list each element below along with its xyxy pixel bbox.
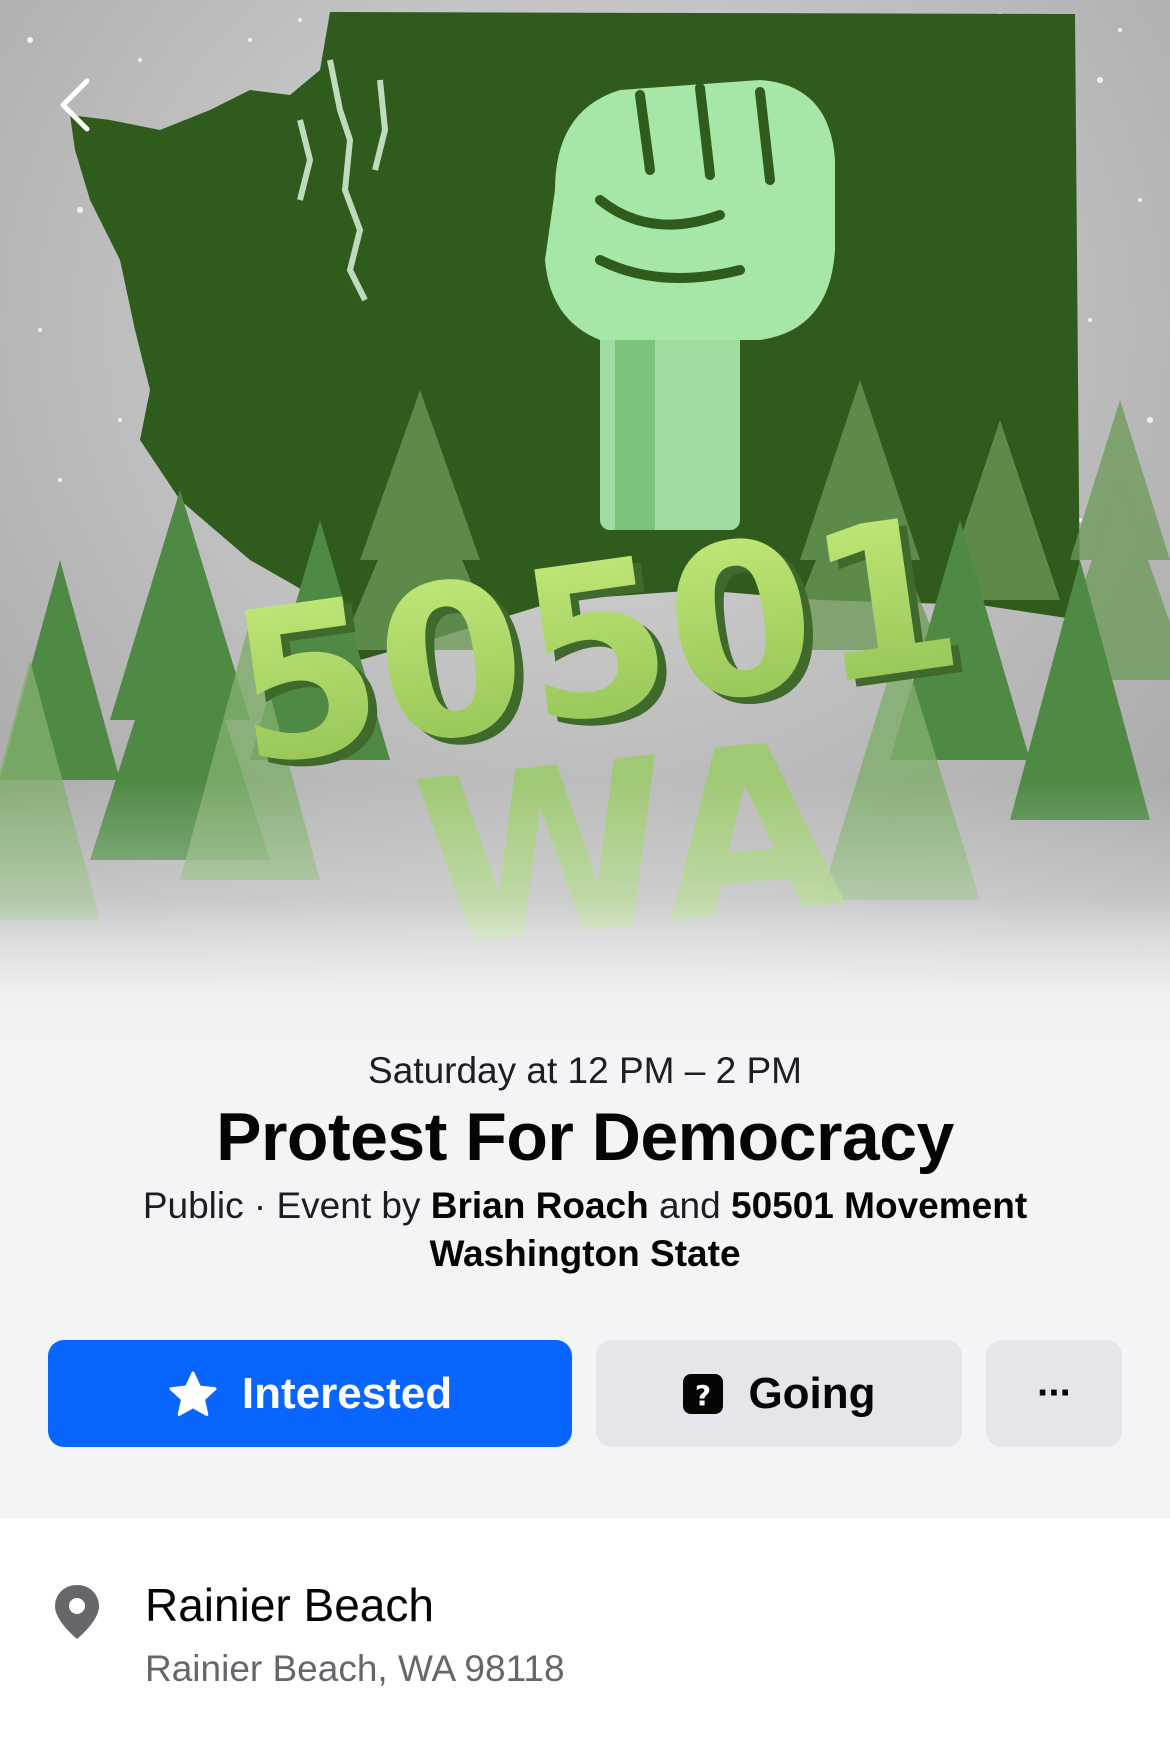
going-button[interactable]: ? Going bbox=[596, 1340, 962, 1447]
event-privacy: Public bbox=[142, 1185, 244, 1226]
star-icon bbox=[168, 1370, 218, 1418]
back-button[interactable] bbox=[40, 70, 110, 140]
hosted-prefix: Event by bbox=[276, 1185, 431, 1226]
ellipsis-icon: ··· bbox=[1037, 1371, 1073, 1415]
going-label: Going bbox=[748, 1368, 876, 1418]
interested-button[interactable]: Interested bbox=[48, 1340, 572, 1447]
location-name[interactable]: Rainier Beach bbox=[145, 1578, 434, 1632]
more-options-button[interactable]: ··· bbox=[986, 1340, 1122, 1447]
event-date-time: Saturday at 12 PM – 2 PM bbox=[368, 1050, 802, 1091]
svg-text:?: ? bbox=[695, 1379, 711, 1412]
meta-separator: · bbox=[243, 1185, 277, 1226]
map-pin-icon bbox=[52, 1583, 102, 1646]
location-address: Rainier Beach, WA 98118 bbox=[145, 1648, 565, 1689]
interested-label: Interested bbox=[241, 1368, 453, 1418]
question-mark-calendar-icon: ? bbox=[682, 1373, 724, 1415]
host-link-brian-roach[interactable]: Brian Roach bbox=[431, 1185, 649, 1226]
event-details-section: Rainier Beach Rainier Beach, WA 98118 bbox=[0, 1518, 1170, 1741]
host-joiner: and bbox=[648, 1185, 731, 1226]
event-meta: Public · Event by Brian Roach and 50501 … bbox=[80, 1182, 1090, 1278]
chevron-left-icon bbox=[60, 78, 90, 132]
event-title: Protest For Democracy bbox=[216, 1099, 954, 1175]
